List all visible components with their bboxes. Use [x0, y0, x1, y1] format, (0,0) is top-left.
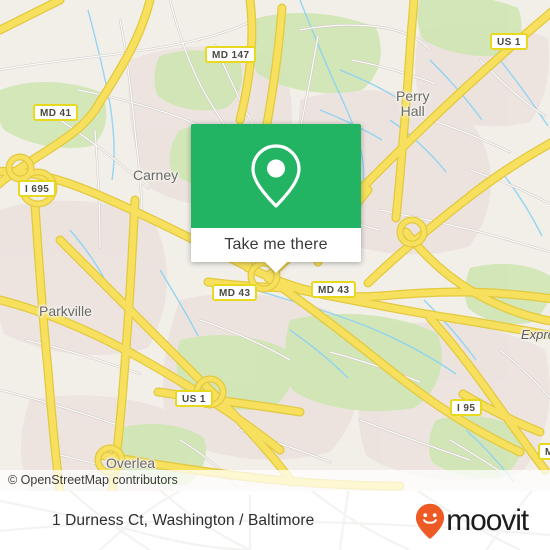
map-screenshot: Carney Perry Hall Parkville Overlea Expr… — [0, 0, 550, 550]
take-me-there-label: Take me there — [224, 236, 328, 253]
map-place-label-carney: Carney — [133, 167, 179, 183]
callout-pointer-tail — [265, 262, 287, 273]
highway-shield-md-41[interactable]: MD 41 — [33, 104, 79, 121]
highway-shield-i-695[interactable]: I 695 — [18, 180, 57, 197]
highway-shield-md-43-east[interactable]: MD 43 — [311, 281, 357, 298]
map-pin-icon — [251, 144, 301, 208]
highway-shield-md-43-west[interactable]: MD 43 — [212, 284, 258, 301]
moovit-wordmark: moovit — [446, 503, 529, 537]
highway-shield-md-partial[interactable]: M — [538, 443, 550, 460]
location-callout[interactable]: Take me there — [191, 124, 361, 273]
map-place-label-line: Hall — [400, 103, 425, 119]
moovit-logo[interactable]: moovit — [415, 503, 529, 539]
highway-shield-us-1-south[interactable]: US 1 — [175, 390, 213, 407]
highway-shield-us-1-north[interactable]: US 1 — [490, 33, 528, 50]
address-label: 1 Durness Ct, Washington / Baltimore — [52, 511, 315, 529]
map-place-label-line: Perry — [396, 88, 430, 104]
highway-shield-i-95[interactable]: I 95 — [450, 399, 483, 416]
osm-attribution[interactable]: © OpenStreetMap contributors — [0, 470, 550, 491]
highway-shield-md-147[interactable]: MD 147 — [205, 46, 257, 63]
map-place-label-perry-hall: Perry Hall — [396, 89, 429, 119]
footer-bar: 1 Durness Ct, Washington / Baltimore moo… — [0, 491, 550, 550]
map-place-label-parkville: Parkville — [39, 303, 92, 319]
callout-image-area — [191, 124, 361, 228]
moovit-smiley-pin-icon — [416, 503, 445, 539]
callout-action-bar[interactable]: Take me there — [191, 228, 361, 273]
map-place-label-expressway: Expre — [521, 327, 550, 342]
map-place-label-overlea: Overlea — [106, 455, 156, 471]
